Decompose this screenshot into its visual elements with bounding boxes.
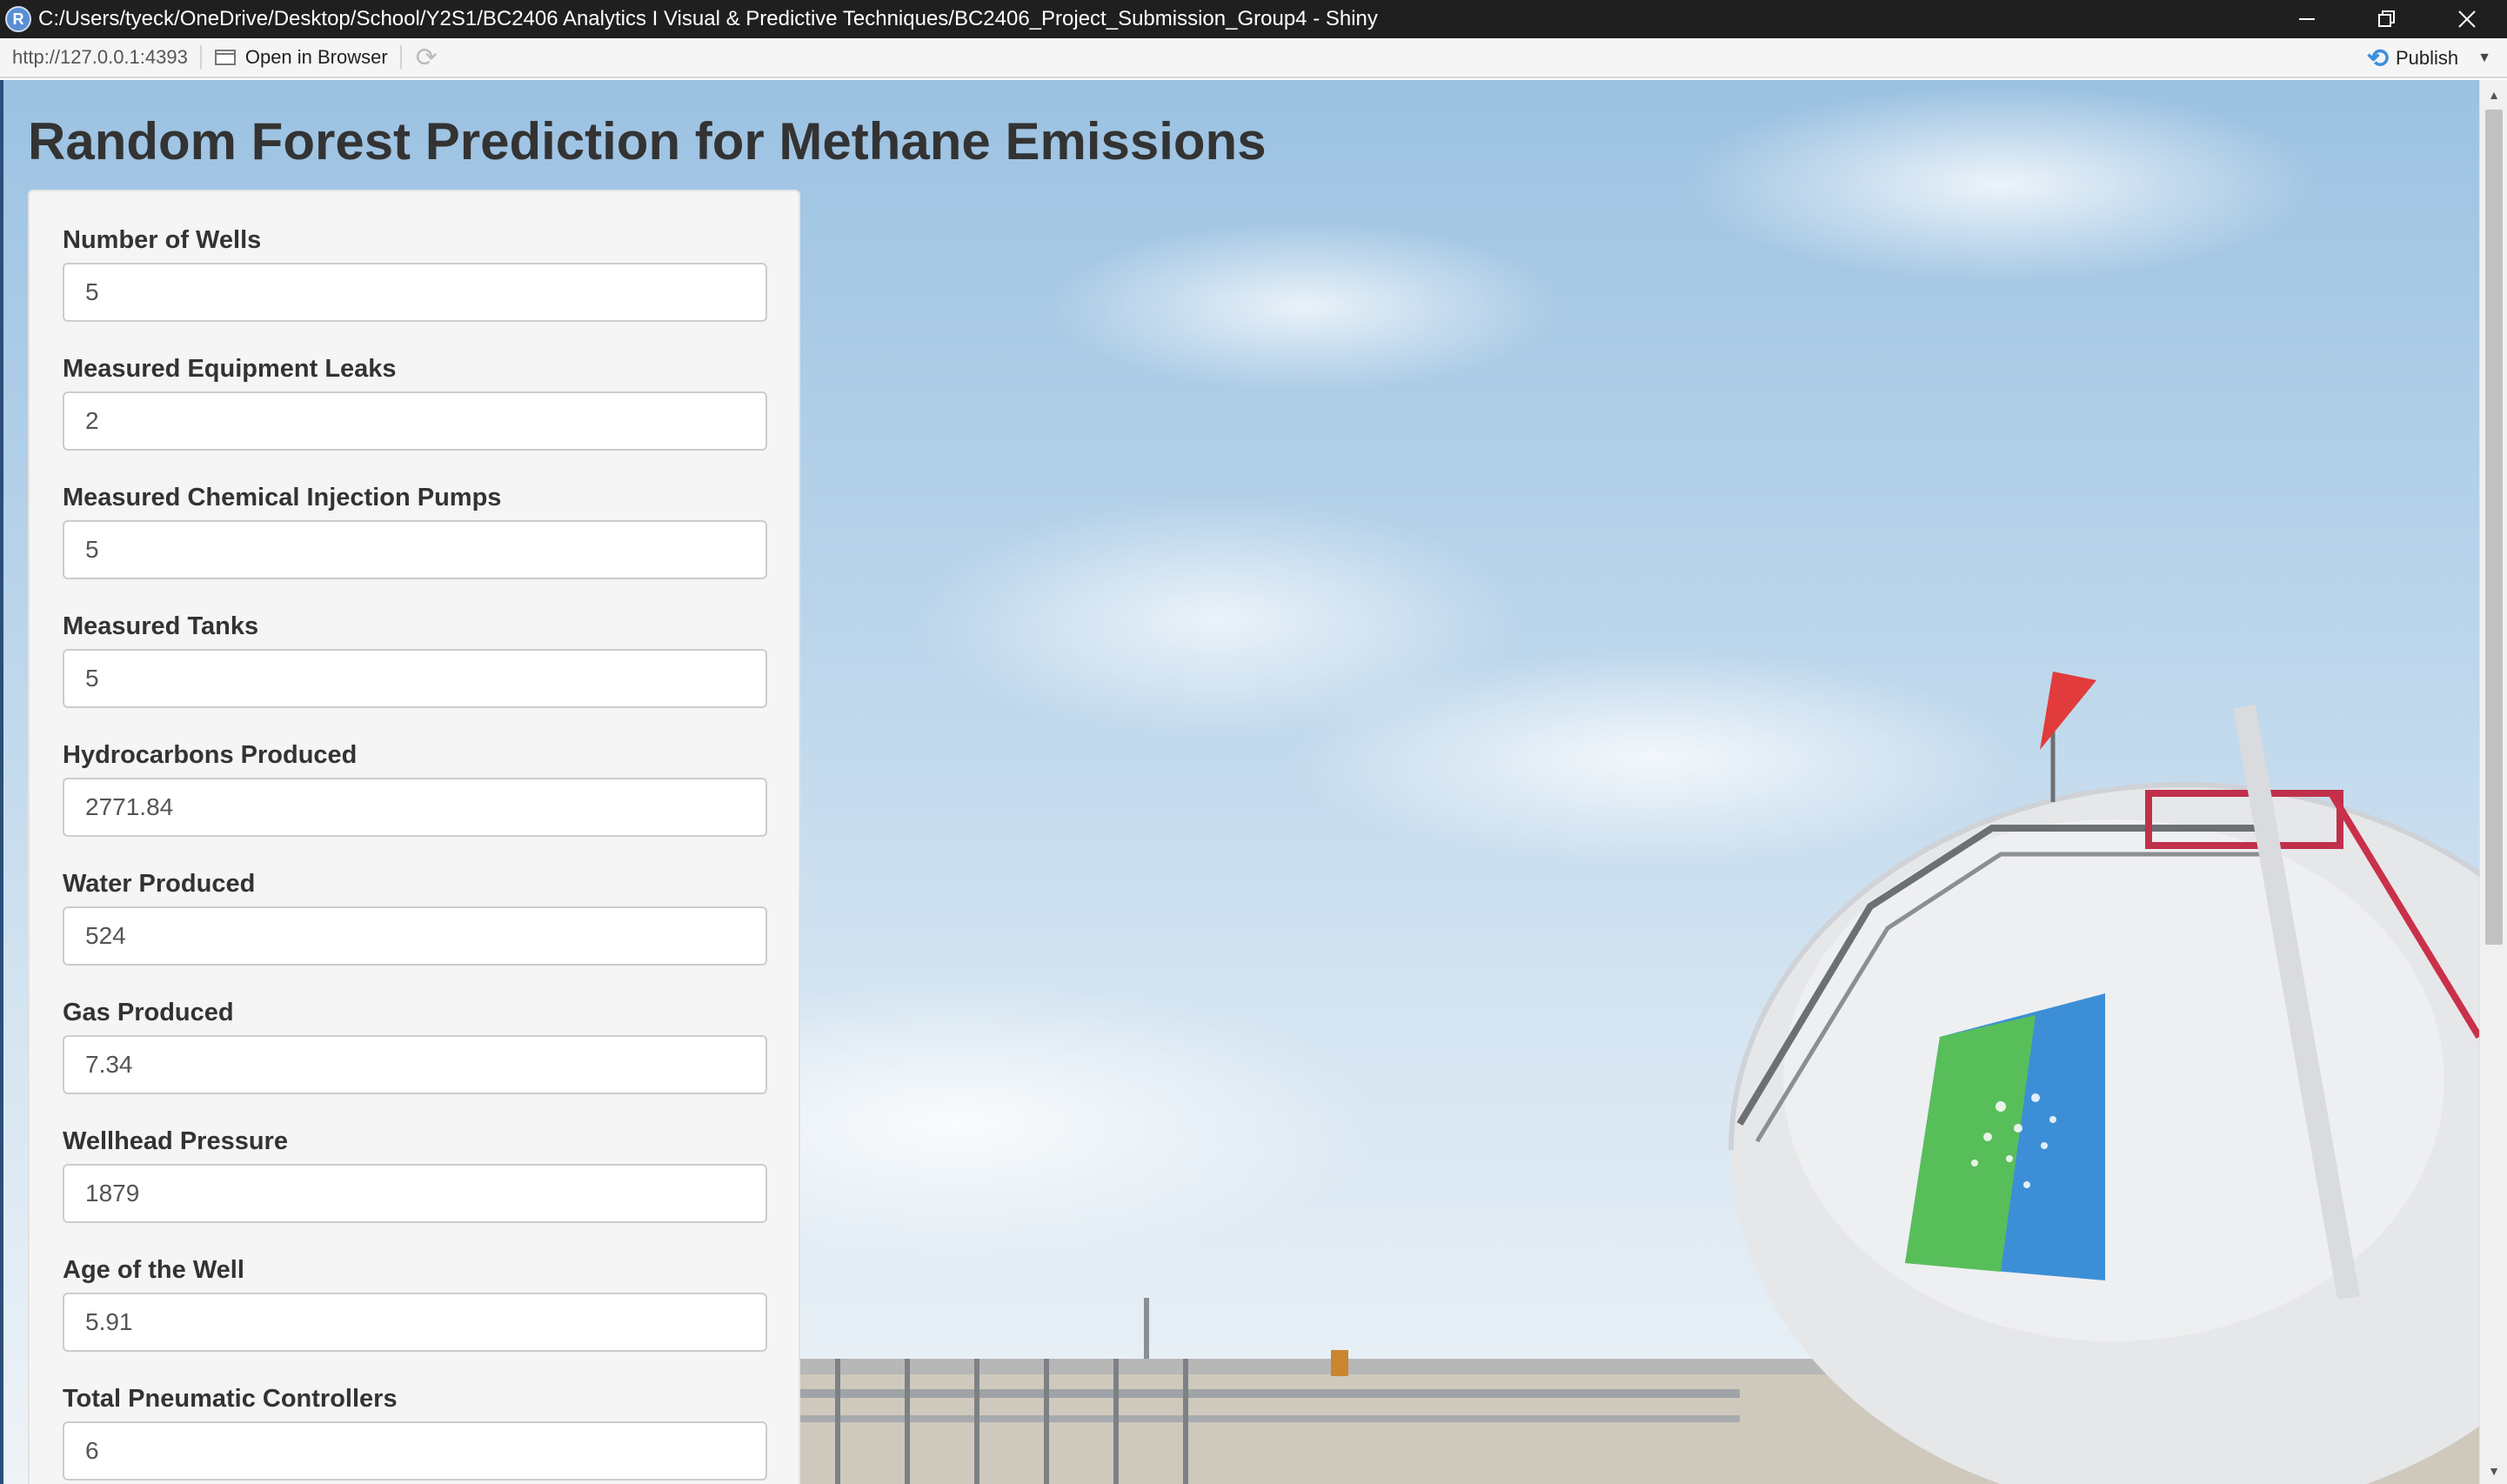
measured-equipment-leaks-input[interactable] [63, 391, 767, 451]
scrollbar-thumb[interactable] [2485, 110, 2503, 945]
field-label: Total Pneumatic Controllers [63, 1385, 398, 1413]
field-gas-produced: Gas Produced [63, 995, 767, 1124]
close-icon [2458, 10, 2476, 28]
chevron-down-icon[interactable]: ▼ [2477, 50, 2491, 66]
field-label: Water Produced [63, 870, 256, 898]
window-title-bar: R C:/Users/tyeck/OneDrive/Desktop/School… [0, 0, 2507, 38]
field-number-of-wells: Number of Wells [63, 223, 767, 351]
field-measured-chemical-injection-pumps: Measured Chemical Injection Pumps [63, 480, 767, 609]
close-button[interactable] [2427, 0, 2507, 38]
field-label: Age of the Well [63, 1256, 244, 1284]
measured-chemical-injection-pumps-input[interactable] [63, 520, 767, 579]
browser-window-icon [214, 50, 236, 65]
field-water-produced: Water Produced [63, 866, 767, 995]
vertical-scrollbar[interactable]: ▲ ▼ [2479, 80, 2507, 1484]
number-of-wells-input[interactable] [63, 263, 767, 322]
age-of-the-well-input[interactable] [63, 1293, 767, 1352]
field-label: Gas Produced [63, 999, 234, 1026]
scroll-down-arrow-icon[interactable]: ▼ [2480, 1460, 2507, 1482]
field-wellhead-pressure: Wellhead Pressure [63, 1124, 767, 1253]
total-pneumatic-controllers-input[interactable] [63, 1421, 767, 1481]
input-sidebar-panel: Number of Wells Measured Equipment Leaks… [28, 190, 800, 1484]
minimize-icon [2299, 18, 2315, 20]
field-measured-equipment-leaks: Measured Equipment Leaks [63, 351, 767, 480]
r-app-icon: R [5, 6, 31, 32]
field-label: Number of Wells [63, 226, 262, 254]
field-total-pneumatic-controllers: Total Pneumatic Controllers [63, 1381, 767, 1484]
field-label: Measured Tanks [63, 612, 259, 640]
field-label: Measured Equipment Leaks [63, 355, 397, 383]
viewer-toolbar: http://127.0.0.1:4393 Open in Browser ⟳ … [0, 38, 2507, 78]
restore-icon [2378, 10, 2395, 27]
page-title: Random Forest Prediction for Methane Emi… [28, 112, 1267, 170]
field-label: Wellhead Pressure [63, 1127, 288, 1155]
minimize-button[interactable] [2267, 0, 2347, 38]
field-age-of-the-well: Age of the Well [63, 1253, 767, 1381]
toolbar-separator [399, 45, 402, 70]
window-controls [2267, 0, 2507, 38]
scroll-up-arrow-icon[interactable]: ▲ [2480, 84, 2507, 106]
restore-button[interactable] [2347, 0, 2427, 38]
publish-button[interactable]: ⟲ Publish ▼ [2367, 38, 2491, 78]
open-in-browser-button[interactable]: Open in Browser [214, 46, 388, 69]
water-produced-input[interactable] [63, 906, 767, 966]
publish-icon: ⟲ [2366, 43, 2389, 73]
open-in-browser-label: Open in Browser [244, 46, 388, 68]
app-url: http://127.0.0.1:4393 [12, 46, 188, 68]
field-hydrocarbons-produced: Hydrocarbons Produced [63, 738, 767, 866]
hydrocarbons-produced-input[interactable] [63, 778, 767, 837]
gas-produced-input[interactable] [63, 1035, 767, 1094]
app-content: Random Forest Prediction for Methane Emi… [0, 80, 2479, 1484]
measured-tanks-input[interactable] [63, 649, 767, 708]
field-label: Measured Chemical Injection Pumps [63, 484, 502, 511]
refresh-icon[interactable]: ⟳ [416, 43, 438, 73]
publish-label: Publish [2396, 47, 2459, 69]
wellhead-pressure-input[interactable] [63, 1164, 767, 1223]
field-measured-tanks: Measured Tanks [63, 609, 767, 738]
toolbar-separator [199, 45, 202, 70]
field-label: Hydrocarbons Produced [63, 741, 358, 769]
window-title: C:/Users/tyeck/OneDrive/Desktop/School/Y… [38, 7, 1378, 30]
